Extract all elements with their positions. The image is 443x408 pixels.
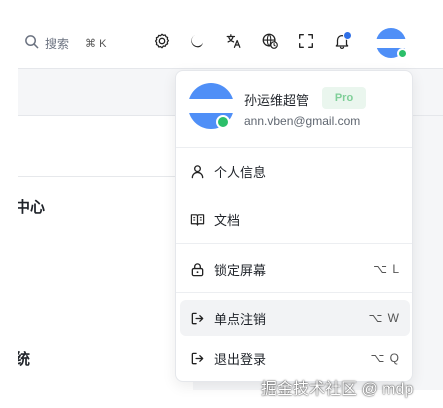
gear-icon [153,32,171,55]
menu-item-shortcut: ⌥ W [368,311,400,325]
top-bar: 搜索 ⌘ K [18,18,443,69]
menu-item-label: 文档 [214,212,241,228]
fullscreen-icon [297,32,315,55]
timezone-button[interactable] [259,32,281,54]
logout-icon [188,349,206,367]
divider [176,243,412,244]
logout-icon [188,309,206,327]
notifications-button[interactable] [331,31,353,54]
menu-item-label: 个人信息 [214,164,267,180]
online-status-dot [216,115,230,129]
menu-item-shortcut: ⌥ L [373,262,400,276]
menu-item-label: 锁定屏幕 [214,262,267,278]
menu-item-docs[interactable]: 文档 [180,201,410,237]
menu-item-label: 退出登录 [214,351,267,367]
user-icon [188,162,206,180]
menu-item-shortcut: ⌥ Q [370,351,400,365]
settings-button[interactable] [151,32,173,54]
search-box[interactable]: 搜索 ⌘ K [24,30,132,56]
lock-icon [188,260,206,278]
book-icon [188,210,206,228]
menu-item-sso-logout[interactable]: 单点注销 ⌥ W [180,300,410,336]
search-icon [24,34,39,52]
language-button[interactable] [223,32,245,54]
content-panel: 中心 统 [18,116,193,390]
divider [18,176,193,177]
menu-item-profile[interactable]: 个人信息 [180,153,410,189]
pro-badge: Pro [322,87,366,109]
theme-toggle[interactable] [186,32,208,54]
user-dropdown-menu: 孙运维超管 Pro ann.vben@gmail.com 个人信息 文档 锁定屏… [175,70,413,382]
fullscreen-button[interactable] [295,32,317,54]
search-shortcut: ⌘ K [85,37,107,50]
watermark: 掘金技术社区 @ mdp [261,381,414,398]
translate-icon [225,32,243,55]
moon-icon [188,32,206,55]
menu-item-logout[interactable]: 退出登录 ⌥ Q [180,340,410,376]
divider [176,292,412,293]
card-title-fragment: 中心 [18,199,46,216]
online-status-dot [397,48,408,59]
menu-item-lock-screen[interactable]: 锁定屏幕 ⌥ L [180,251,410,287]
search-placeholder: 搜索 [45,36,70,51]
divider [176,147,412,148]
card-title-fragment: 统 [18,351,31,368]
user-email: ann.vben@gmail.com [244,114,361,128]
notification-dot [343,31,352,40]
user-name: 孙运维超管 [244,93,310,108]
globe-clock-icon [261,32,279,55]
menu-item-label: 单点注销 [214,311,267,327]
